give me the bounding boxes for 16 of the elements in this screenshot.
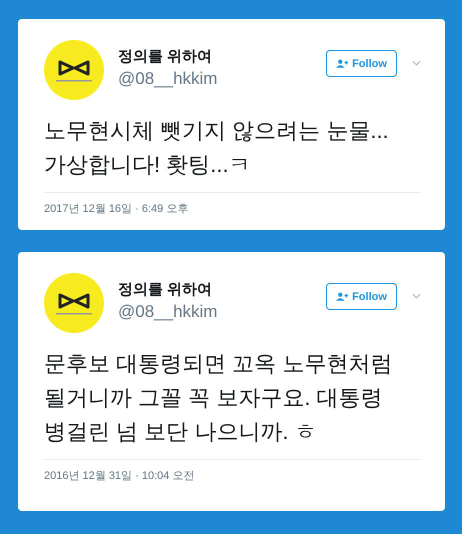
add-person-icon bbox=[336, 292, 348, 301]
chevron-down-icon[interactable] bbox=[412, 60, 421, 66]
follow-button[interactable]: Follow bbox=[326, 283, 397, 310]
user-name[interactable]: 정의를 위하여 bbox=[118, 280, 326, 299]
avatar-icon bbox=[44, 273, 104, 333]
user-handle[interactable]: @08__hkkim bbox=[118, 302, 326, 322]
tweet-timestamp[interactable]: 2017년 12월 16일 · 6:49 오후 bbox=[44, 201, 421, 216]
tweet-text: 문후보 대통령되면 꼬옥 노무현처럼 될거니까 그꼴 꼭 보자구요. 대통령 병걸린 넘 보단 나으니까. ㅎ bbox=[44, 350, 394, 446]
user-name[interactable]: 정의를 위하여 bbox=[118, 47, 326, 66]
user-handle[interactable]: @08__hkkim bbox=[118, 69, 326, 89]
tweet-timestamp[interactable]: 2016년 12월 31일 · 10:04 오전 bbox=[44, 468, 421, 483]
chevron-down-icon[interactable] bbox=[412, 293, 421, 299]
avatar-icon bbox=[44, 40, 104, 100]
add-person-icon bbox=[336, 59, 348, 68]
follow-button[interactable]: Follow bbox=[326, 50, 397, 77]
tweet-text: 노무현시체 뺏기지 않으려는 눈물... 가상합니다! 홧팅...ㅋ bbox=[44, 117, 390, 179]
